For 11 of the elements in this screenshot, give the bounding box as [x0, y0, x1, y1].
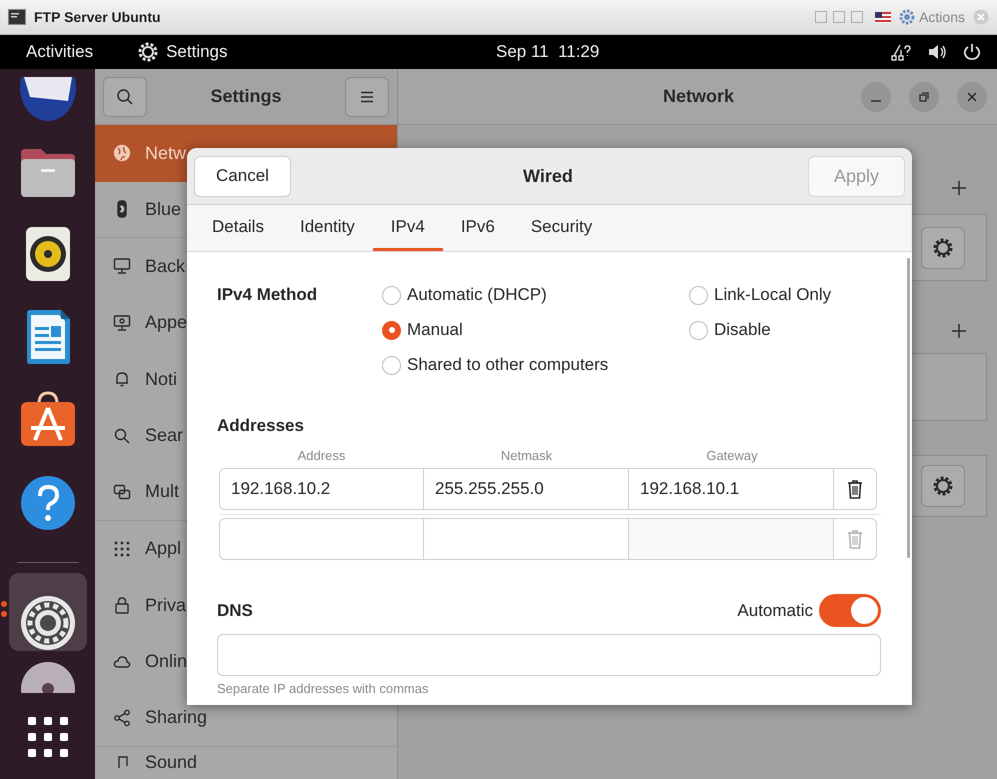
section-label: IPv4 Method: [217, 284, 318, 306]
section-label: Addresses: [217, 415, 305, 437]
sidebar-title: Settings: [210, 85, 282, 108]
switch-label: Automatic: [737, 600, 813, 622]
section-label: DNS: [217, 600, 253, 622]
column-header: Address: [296, 446, 346, 464]
window-title: FTP Server Ubuntu: [34, 8, 161, 26]
column-header: Netmask: [500, 446, 554, 464]
dialog-title: Wired: [523, 164, 573, 188]
column-header: Gateway: [705, 446, 759, 465]
panel-title: Network: [663, 85, 734, 108]
